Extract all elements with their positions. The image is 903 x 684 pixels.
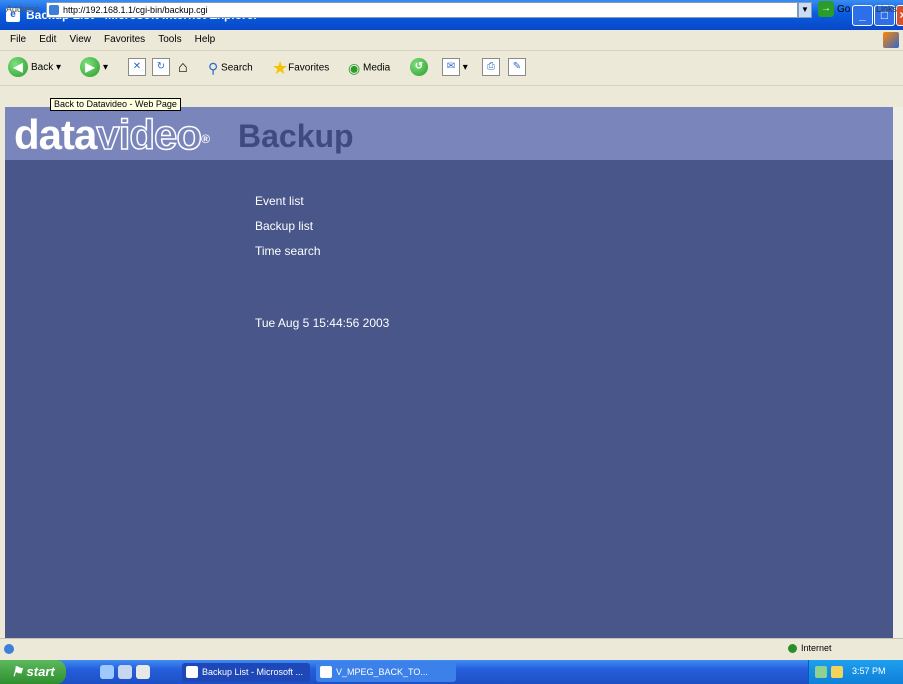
status-page-icon (4, 644, 14, 654)
windows-flag-icon: ⚑ (11, 664, 27, 679)
go-arrow-icon: → (818, 1, 834, 18)
search-icon: ⚲ (208, 60, 219, 76)
media-button[interactable]: ◉ Media (348, 57, 390, 79)
ie-task-icon (186, 666, 198, 678)
tray-network-icon[interactable] (815, 666, 827, 678)
quicklaunch-media-icon[interactable] (136, 665, 150, 679)
edit-page-icon: ✎ (508, 58, 526, 77)
search-button[interactable]: ⚲ Search (208, 57, 253, 79)
security-zone: Internet (788, 643, 832, 654)
address-label: Address (6, 4, 40, 14)
address-dropdown-button[interactable]: ▼ (798, 2, 812, 18)
address-input[interactable] (46, 2, 798, 18)
mail-button[interactable]: ✉ ▾ (442, 57, 468, 79)
start-button[interactable]: ⚑ start (0, 660, 66, 684)
stop-icon: ✕ (128, 58, 146, 77)
menu-favorites[interactable]: Favorites (104, 30, 145, 50)
backup-list-link[interactable]: Backup list (255, 219, 313, 233)
quicklaunch-ie-icon[interactable] (100, 665, 114, 679)
datavideo-logo: datavideo® (14, 110, 210, 159)
history-icon: ↺ (410, 58, 428, 77)
event-list-link[interactable]: Event list (255, 194, 304, 208)
tray-volume-icon[interactable] (831, 666, 843, 678)
links-button[interactable]: Links (876, 4, 897, 14)
close-button[interactable]: × (896, 5, 903, 26)
back-button[interactable]: ◀ Back ▾ (8, 57, 61, 79)
print-icon: ⎙ (482, 58, 500, 77)
taskbar-item-ie[interactable]: Backup List - Microsoft ... (182, 663, 310, 682)
menu-help[interactable]: Help (195, 30, 216, 50)
status-bar (0, 638, 903, 661)
page-content (5, 107, 893, 638)
forward-arrow-icon: ▶ (80, 57, 100, 78)
mail-icon: ✉ (442, 58, 460, 77)
minimize-button[interactable]: _ (852, 5, 873, 26)
folder-task-icon (320, 666, 332, 678)
taskbar-clock: 3:57 PM (852, 666, 886, 676)
vertical-scrollbar[interactable] (893, 107, 903, 638)
menu-file[interactable]: File (10, 30, 26, 50)
page-icon (49, 5, 59, 15)
menu-edit[interactable]: Edit (39, 30, 56, 50)
internet-globe-icon (788, 644, 797, 654)
stop-button[interactable]: ✕ (128, 57, 146, 79)
menu-view[interactable]: View (69, 30, 91, 50)
windows-logo-icon (883, 32, 899, 48)
favorites-star-icon: ★ (272, 58, 289, 78)
print-button[interactable]: ⎙ (482, 57, 500, 79)
taskbar-item-folder[interactable]: V_MPEG_BACK_TO... (316, 663, 456, 682)
refresh-icon: ↻ (152, 58, 170, 77)
back-arrow-icon: ◀ (8, 57, 28, 78)
home-button[interactable]: ⌂ (178, 57, 188, 79)
history-button[interactable]: ↺ (410, 57, 431, 79)
tooltip: Back to Datavideo - Web Page (50, 98, 181, 111)
menu-tools[interactable]: Tools (158, 30, 181, 50)
refresh-button[interactable]: ↻ (152, 57, 170, 79)
date-time-display: Tue Aug 5 15:44:56 2003 (255, 316, 390, 330)
go-button[interactable]: → Go (818, 1, 850, 19)
menu-bar: File Edit View Favorites Tools Help (0, 30, 903, 51)
toolbar: ◀ Back ▾ ▶ ▾ ✕ ↻ ⌂ ⚲ Search ★Favorites ◉ M… (0, 51, 903, 86)
forward-button[interactable]: ▶ ▾ (80, 57, 108, 79)
quicklaunch-desktop-icon[interactable] (118, 665, 132, 679)
edit-page-button[interactable]: ✎ (508, 57, 526, 79)
home-icon: ⌂ (178, 59, 188, 76)
favorites-button[interactable]: ★Favorites (272, 57, 329, 79)
time-search-link[interactable]: Time search (255, 244, 321, 258)
media-icon: ◉ (348, 60, 361, 76)
page-title: Backup (238, 118, 354, 154)
